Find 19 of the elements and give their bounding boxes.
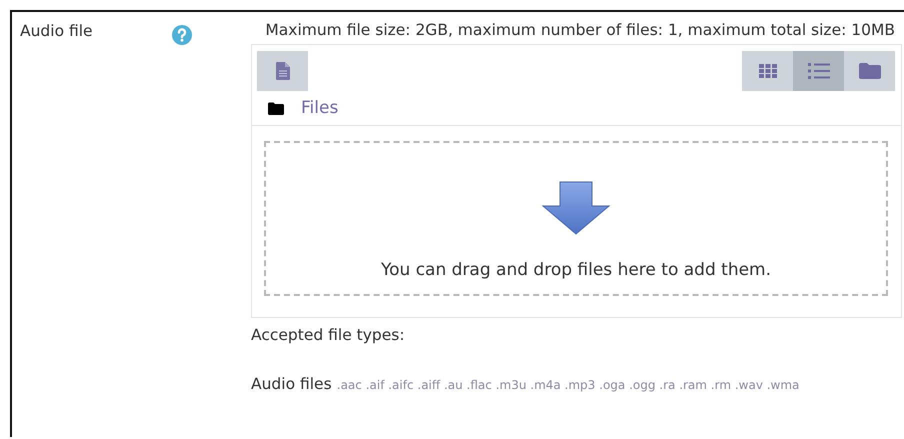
accepted-types-heading: Accepted file types: bbox=[251, 326, 406, 344]
down-arrow-icon bbox=[541, 181, 611, 235]
grid-icon bbox=[758, 64, 776, 78]
drop-instruction-text: You can drag and drop files here to add them. bbox=[380, 260, 772, 280]
add-file-button[interactable] bbox=[257, 51, 308, 91]
file-extensions-list: .aac .aif .aifc .aiff .au .flac .m3u .m4a .mp3 .oga .ogg .ra .ram .rm .wav .wma bbox=[336, 378, 800, 392]
file-limits-text: Maximum file size: 2GB, maximum number of files: 1, maximum total size: 10MB bbox=[264, 20, 895, 41]
folder-icon bbox=[858, 63, 880, 79]
grid-view-button[interactable] bbox=[742, 51, 793, 91]
list-icon bbox=[808, 63, 830, 79]
help-icon[interactable] bbox=[172, 25, 192, 45]
folder-icon bbox=[268, 102, 284, 114]
file-group-name: Audio files bbox=[251, 375, 332, 393]
document-icon bbox=[276, 62, 290, 80]
list-view-button[interactable] bbox=[793, 51, 844, 91]
drop-zone[interactable]: You can drag and drop files here to add them. bbox=[264, 141, 888, 296]
field-label: Audio file bbox=[20, 22, 94, 40]
files-path-link[interactable]: Files bbox=[301, 98, 338, 118]
folder-view-button[interactable] bbox=[844, 51, 895, 91]
